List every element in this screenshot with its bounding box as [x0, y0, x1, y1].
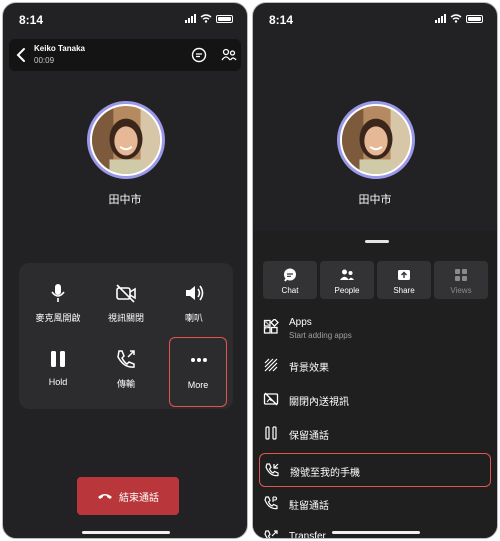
chevron-right-icon	[264, 320, 270, 330]
camera-button[interactable]: 視訊關閉	[93, 273, 159, 335]
apps-subtitle: Start adding apps	[289, 331, 352, 340]
home-indicator	[332, 531, 420, 534]
background-effects-item[interactable]: 背景效果	[259, 349, 491, 381]
views-tab-label: Views	[450, 286, 472, 295]
background-effects-icon	[264, 358, 278, 372]
screenshot-frame: 8:14 Keiko Tanaka 00:09 田中市 麥克風開啟 視訊關閉 喇…	[0, 0, 500, 541]
participant-avatar	[337, 101, 415, 179]
status-bar: 8:14	[3, 3, 247, 33]
hold-call-label: 保留通話	[289, 431, 329, 442]
microphone-label: 麥克風開啟	[35, 313, 81, 323]
share-tab-button[interactable]: Share	[377, 261, 431, 299]
phone-icon	[265, 463, 279, 477]
end-call-label: 結束通話	[119, 492, 159, 504]
call-timer: 00:09	[34, 56, 55, 65]
signal-icon	[185, 14, 196, 23]
more-options-sheet: Chat People Share Views Apps Start addin…	[253, 231, 497, 538]
dial-to-my-phone-item[interactable]: 撥號至我的手機	[259, 453, 491, 487]
more-label: More	[187, 380, 209, 390]
hold-call-item[interactable]: 保留通話	[259, 417, 491, 449]
park-call-label: 駐留通話	[289, 501, 329, 512]
status-bar: 8:14	[253, 3, 497, 33]
end-call-button[interactable]: 結束通話	[77, 477, 179, 515]
dial-to-my-phone-label: 撥號至我的手機	[290, 468, 360, 479]
call-header-bar: Keiko Tanaka 00:09	[9, 39, 241, 71]
status-time: 8:14	[19, 13, 44, 27]
wifi-icon	[450, 14, 462, 23]
transfer-label: 傳輸	[116, 379, 135, 389]
camera-off-icon	[116, 284, 136, 303]
turn-off-incoming-video-item[interactable]: 關閉內送視訊	[259, 383, 491, 415]
wifi-icon	[200, 14, 212, 23]
transfer-label: Transfer	[289, 531, 326, 539]
chat-tab-label: Chat	[281, 286, 299, 295]
phone-more-menu-screen: 8:14 田中市 Chat People Share Views Apps St…	[252, 2, 498, 539]
share-icon	[398, 270, 410, 280]
share-tab-label: Share	[393, 286, 415, 295]
more-button[interactable]: More	[169, 337, 227, 407]
apps-title: Apps	[289, 317, 312, 328]
transfer-icon	[264, 530, 278, 538]
hold-button[interactable]: Hold	[25, 339, 91, 401]
more-icon	[191, 358, 207, 362]
speaker-label: 喇叭	[184, 313, 203, 323]
people-tab-label: People	[334, 286, 360, 295]
back-chevron-icon[interactable]	[14, 46, 30, 64]
signal-icon	[435, 14, 446, 23]
pause-icon	[51, 351, 65, 367]
turn-off-incoming-video-label: 關閉內送視訊	[289, 397, 349, 408]
battery-icon	[216, 14, 233, 23]
hold-label: Hold	[48, 377, 68, 387]
battery-icon	[466, 14, 483, 23]
park-call-icon	[264, 496, 278, 510]
chat-tab-button[interactable]: Chat	[263, 261, 317, 299]
participant-avatar	[87, 101, 165, 179]
status-icons	[185, 14, 233, 23]
transfer-button[interactable]: 傳輸	[93, 339, 159, 401]
people-tab-button[interactable]: People	[320, 261, 374, 299]
speaker-button[interactable]: 喇叭	[161, 273, 227, 335]
caller-name: Keiko Tanaka	[34, 44, 85, 53]
people-icon	[340, 269, 354, 280]
sheet-handle[interactable]	[365, 240, 389, 243]
hold-icon	[265, 426, 277, 440]
home-indicator	[82, 531, 170, 534]
microphone-icon	[51, 284, 65, 302]
status-time: 8:14	[269, 13, 294, 27]
speaker-icon	[186, 285, 204, 301]
park-call-item[interactable]: 駐留通話	[259, 487, 491, 519]
views-icon	[455, 269, 467, 281]
participant-name: 田中市	[358, 194, 392, 206]
chat-icon	[284, 268, 296, 282]
transfer-item[interactable]: Transfer	[259, 521, 491, 539]
video-off-icon	[263, 392, 279, 406]
chat-icon[interactable]	[190, 46, 208, 64]
phone-transfer-icon	[117, 350, 135, 368]
hang-up-icon	[98, 494, 112, 499]
microphone-button[interactable]: 麥克風開啟	[25, 273, 91, 335]
phone-in-call-screen: 8:14 Keiko Tanaka 00:09 田中市 麥克風開啟 視訊關閉 喇…	[2, 2, 248, 539]
views-tab-button[interactable]: Views	[434, 261, 488, 299]
background-effects-label: 背景效果	[289, 363, 329, 374]
participant-name: 田中市	[108, 194, 142, 206]
status-icons	[435, 14, 483, 23]
apps-menu-item[interactable]: Apps Start adding apps	[259, 311, 491, 345]
camera-label: 視訊關閉	[107, 313, 144, 323]
people-icon[interactable]	[220, 46, 238, 64]
call-controls-panel: 麥克風開啟 視訊關閉 喇叭 Hold 傳輸 More	[19, 263, 233, 409]
